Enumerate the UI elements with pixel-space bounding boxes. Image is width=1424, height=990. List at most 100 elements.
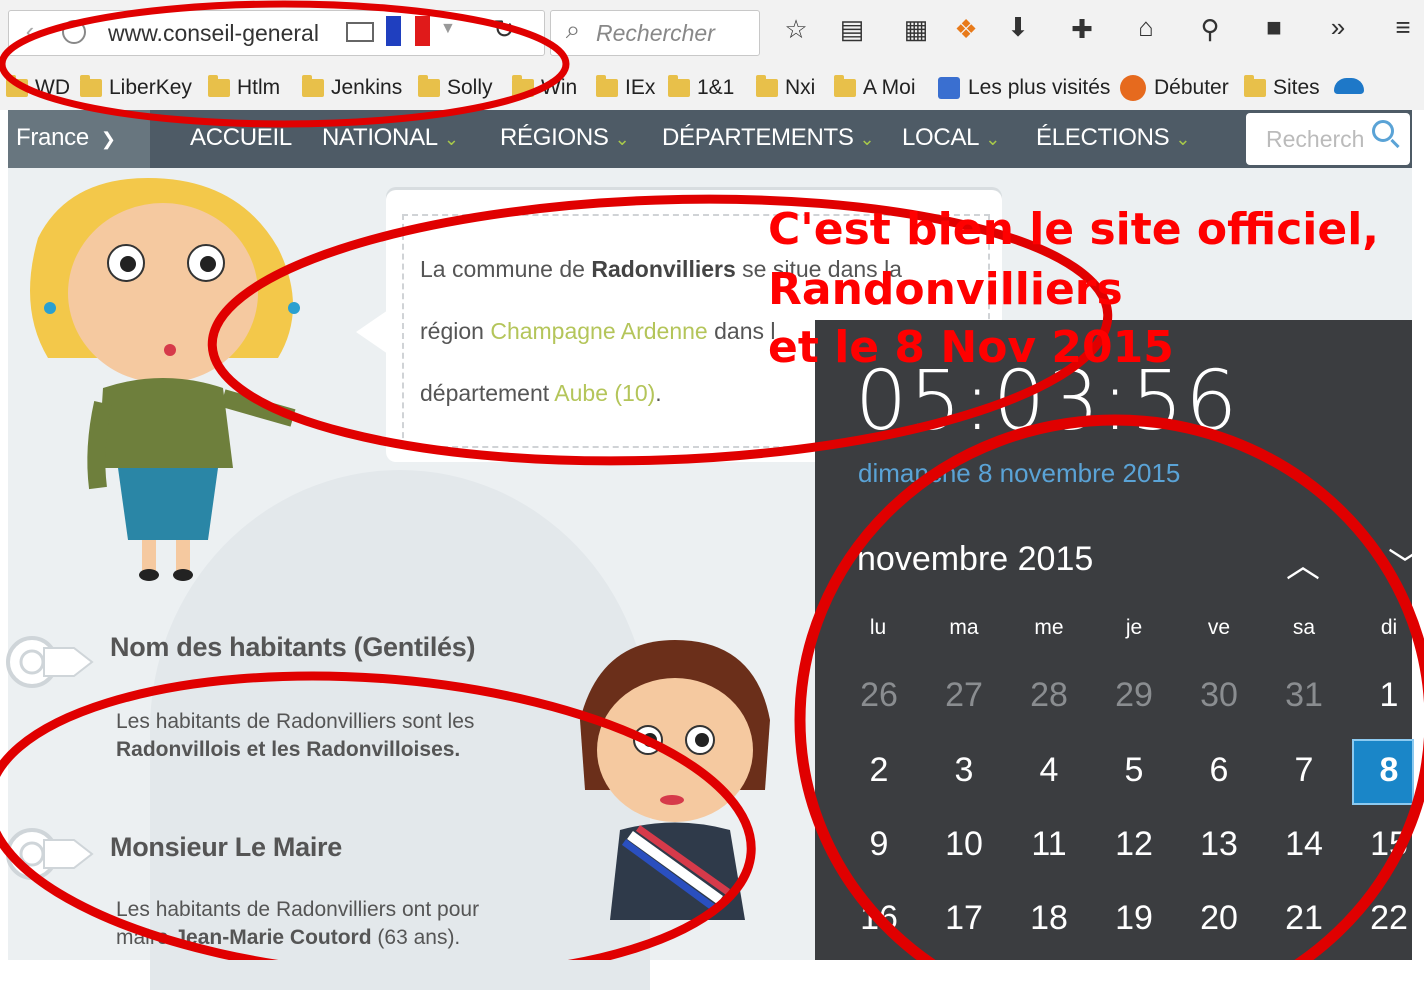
dropdown-arrow-icon[interactable]: ▼: [440, 20, 456, 38]
reading-list-icon[interactable]: ▤: [832, 14, 872, 45]
bookmark-item[interactable]: Nxi: [756, 74, 815, 102]
calendar-day[interactable]: 5: [1096, 751, 1172, 790]
calendar-day[interactable]: 13: [1181, 825, 1257, 864]
folder-icon: [1244, 75, 1266, 97]
firefox-icon: [1120, 75, 1146, 101]
calendar-day[interactable]: 19: [1096, 899, 1172, 938]
calendar-day[interactable]: 2: [841, 751, 917, 790]
calendar-day[interactable]: 27: [926, 676, 1002, 715]
weekday-label: ma: [949, 616, 979, 639]
folder-icon: [596, 75, 618, 97]
calendar-day[interactable]: 1: [1351, 676, 1424, 715]
calendar-day[interactable]: 17: [926, 899, 1002, 938]
calendar-day[interactable]: 22: [1351, 899, 1424, 938]
folder-icon: [834, 75, 856, 97]
bookmark-item[interactable]: Jenkins: [302, 74, 402, 102]
maire-line-2: maire Jean-Marie Coutord (63 ans).: [116, 926, 461, 949]
calendar-day[interactable]: 28: [1011, 676, 1087, 715]
more-tools-button[interactable]: »: [1318, 12, 1358, 43]
bookmark-item[interactable]: IEx: [596, 74, 655, 102]
folder-icon: [80, 75, 102, 97]
calendar-day[interactable]: 31: [1266, 676, 1342, 715]
bookmark-star-icon[interactable]: ☆: [776, 14, 816, 45]
folder-icon[interactable]: ■: [1254, 12, 1294, 43]
browser-search-placeholder[interactable]: Rechercher: [596, 20, 715, 47]
calendar-day[interactable]: 30: [1181, 676, 1257, 715]
globe-icon: [62, 20, 86, 44]
chevron-down-icon: ❯: [100, 129, 116, 149]
download-icon[interactable]: ⬇: [998, 12, 1038, 43]
folder-icon: [6, 75, 28, 97]
clock-date-link[interactable]: dimanche 8 novembre 2015: [858, 458, 1180, 489]
calendar-day[interactable]: 10: [926, 825, 1002, 864]
reader-view-icon[interactable]: [346, 22, 374, 42]
bookmark-item[interactable]: A Moi: [834, 74, 916, 102]
country-selector-label[interactable]: France ❯: [16, 124, 116, 152]
bookmark-item[interactable]: Sites: [1244, 74, 1320, 102]
folder-icon: [208, 75, 230, 97]
weekday-label: me: [1034, 616, 1064, 639]
calendar-day[interactable]: 16: [841, 899, 917, 938]
fox-extension-icon[interactable]: ❖: [946, 14, 986, 45]
folder-icon: [512, 75, 534, 97]
calendar-day[interactable]: 12: [1096, 825, 1172, 864]
gentiles-title: Nom des habitants (Gentilés): [110, 632, 476, 662]
folder-icon: [418, 75, 440, 97]
calendar-day[interactable]: 29: [1096, 676, 1172, 715]
annotation-text-line-3: et le 8 Nov 2015: [768, 322, 1174, 373]
calendar-day[interactable]: 26: [841, 676, 917, 715]
bookmark-item[interactable]: Débuter: [1120, 74, 1229, 102]
maire-line-1: Les habitants de Radonvilliers ont pour: [116, 898, 480, 921]
nav-item-local[interactable]: LOCAL ⌄: [902, 124, 1000, 152]
addons-icon[interactable]: ✚: [1062, 14, 1102, 45]
calendar-day[interactable]: 3: [926, 751, 1002, 790]
search-icon[interactable]: [1372, 120, 1394, 142]
arrow-sign-icon: [6, 636, 94, 688]
home-icon[interactable]: ⌂: [1126, 12, 1166, 43]
calendar-month-title[interactable]: novembre 2015: [857, 540, 1093, 579]
annotation-text-line-2: Randonvilliers: [768, 264, 1123, 315]
french-flag-icon: [386, 16, 431, 46]
bookmark-item[interactable]: Les plus visités: [938, 74, 1110, 102]
nav-item-elections[interactable]: ÉLECTIONS ⌄: [1036, 124, 1190, 152]
site-search-placeholder[interactable]: Recherch: [1266, 126, 1364, 153]
reload-icon[interactable]: ↻: [484, 14, 524, 45]
calendar-day[interactable]: 9: [841, 825, 917, 864]
most-visited-icon: [938, 77, 960, 99]
calendar-day[interactable]: 18: [1011, 899, 1087, 938]
gentiles-line-1: Les habitants de Radonvilliers sont les: [116, 710, 475, 733]
bookmark-item[interactable]: 1&1: [668, 74, 734, 102]
weekday-label: je: [1125, 616, 1143, 639]
find-icon[interactable]: ⚲: [1190, 14, 1230, 45]
calendar-day[interactable]: 4: [1011, 751, 1087, 790]
previous-month-button[interactable]: ︿: [1286, 538, 1320, 587]
chevron-down-icon: ⌄: [985, 129, 1001, 149]
calendar-day[interactable]: 15: [1351, 825, 1424, 864]
nav-item-regions[interactable]: RÉGIONS ⌄: [500, 124, 630, 152]
next-month-button[interactable]: ﹀: [1388, 538, 1422, 587]
calendar-day[interactable]: 11: [1011, 825, 1087, 864]
calendar-day[interactable]: 20: [1181, 899, 1257, 938]
calendar-day[interactable]: 8: [1351, 751, 1424, 790]
bookmark-item[interactable]: Win: [512, 74, 577, 102]
apps-icon[interactable]: ▦: [896, 14, 936, 45]
departement-link[interactable]: Aube (10): [554, 380, 655, 406]
menu-icon[interactable]: ≡: [1388, 12, 1418, 43]
bookmark-item[interactable]: Solly: [418, 74, 493, 102]
nav-item-departements[interactable]: DÉPARTEMENTS ⌄: [662, 124, 875, 152]
maire-title: Monsieur Le Maire: [110, 832, 342, 862]
calendar-day[interactable]: 14: [1266, 825, 1342, 864]
url-text[interactable]: www.conseil-general: [108, 20, 319, 47]
calendar-day[interactable]: 7: [1266, 751, 1342, 790]
bookmark-item[interactable]: WD: [6, 74, 70, 102]
gentiles-line-2: Radonvillois et les Radonvilloises.: [116, 738, 461, 761]
nav-item-national[interactable]: NATIONAL ⌄: [322, 124, 459, 152]
calendar-day[interactable]: 6: [1181, 751, 1257, 790]
region-link[interactable]: Champagne Ardenne: [490, 318, 707, 344]
bubble-line-3: département Aube (10).: [420, 380, 662, 406]
bookmark-item[interactable]: LiberKey: [80, 74, 192, 102]
calendar-day[interactable]: 21: [1266, 899, 1342, 938]
back-icon[interactable]: ‹: [10, 16, 50, 47]
nav-item-accueil[interactable]: ACCUEIL: [190, 124, 292, 152]
bookmark-item[interactable]: Htlm: [208, 74, 280, 102]
